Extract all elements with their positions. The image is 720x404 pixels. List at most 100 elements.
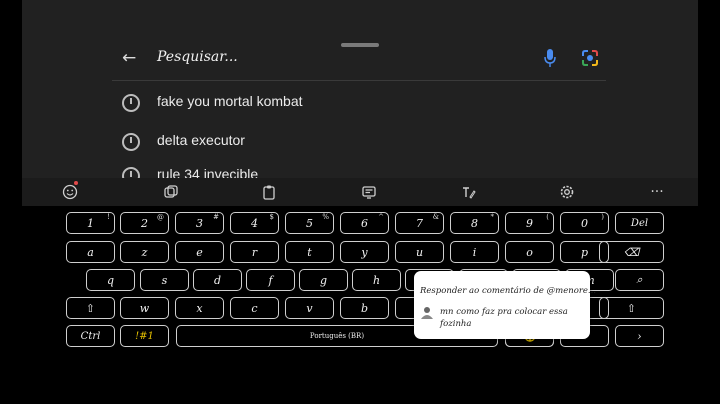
shift-key-icon[interactable]: ⇧ xyxy=(599,297,664,319)
history-text: delta executor xyxy=(157,132,245,148)
more-options-icon[interactable]: ··· xyxy=(643,178,671,206)
microphone-icon[interactable] xyxy=(543,47,557,69)
key-5[interactable]: 5% xyxy=(285,212,334,234)
key-7[interactable]: 7 & xyxy=(395,212,444,234)
key-c[interactable]: c xyxy=(230,297,279,319)
key-t[interactable]: t xyxy=(285,241,334,263)
key-label: o xyxy=(526,245,533,259)
history-text: rule 34 invecible xyxy=(157,166,259,178)
symbols-key[interactable]: !#1 xyxy=(120,325,169,347)
search-input[interactable]: Pesquisar... xyxy=(157,49,238,65)
key-r[interactable]: r xyxy=(230,241,279,263)
search-bar[interactable]: ← Pesquisar... xyxy=(112,40,606,81)
key-w[interactable]: w xyxy=(120,297,169,319)
key-label: 9 xyxy=(526,216,533,230)
backspace-icon[interactable]: ⌫ xyxy=(599,241,664,263)
history-item[interactable]: rule 34 invecible xyxy=(118,161,598,178)
key-label: 5 xyxy=(306,216,313,230)
key-label: Ctrl xyxy=(80,330,101,342)
key-2[interactable]: 2 @ xyxy=(120,212,169,234)
handwriting-icon[interactable] xyxy=(454,178,482,206)
key-label: › xyxy=(637,329,642,343)
history-text: fake you mortal kombat xyxy=(157,93,303,109)
reply-popup[interactable]: Responder ao comentário de @menore... mn… xyxy=(414,271,596,339)
keyboard-toolbar: ··· xyxy=(22,178,698,206)
clipboard-icon[interactable] xyxy=(255,178,283,206)
delete-key[interactable]: Del xyxy=(615,212,664,234)
key-label: i xyxy=(472,245,477,259)
emoji-icon[interactable] xyxy=(56,178,84,206)
key-label: 0 xyxy=(581,216,588,230)
key-symbol: % xyxy=(322,213,329,221)
history-item[interactable]: delta executor xyxy=(118,127,598,155)
key-label: w xyxy=(139,301,150,315)
key-label: !#1 xyxy=(135,330,154,342)
key-0[interactable]: 0) xyxy=(560,212,609,234)
key-g[interactable]: g xyxy=(299,269,348,291)
text-editing-icon[interactable] xyxy=(355,178,383,206)
ctrl-key[interactable]: Ctrl xyxy=(66,325,115,347)
key-d[interactable]: d xyxy=(193,269,242,291)
key-9[interactable]: 9( xyxy=(505,212,554,234)
key-symbol: # xyxy=(213,213,219,221)
key-e[interactable]: e xyxy=(175,241,224,263)
key-label: 8 xyxy=(471,216,478,230)
key-h[interactable]: h xyxy=(352,269,401,291)
key-q[interactable]: q xyxy=(86,269,135,291)
key-label: p xyxy=(580,245,589,259)
google-lens-icon[interactable] xyxy=(581,49,599,67)
key-i[interactable]: i xyxy=(450,241,499,263)
key-1[interactable]: 1! xyxy=(66,212,115,234)
key-label: f xyxy=(268,273,273,287)
key-8[interactable]: 8 * xyxy=(450,212,499,234)
key-label: 6 xyxy=(361,216,368,230)
key-symbol: @ xyxy=(157,213,164,221)
key-label: x xyxy=(196,301,203,315)
key-symbol: * xyxy=(490,213,495,221)
key-s[interactable]: s xyxy=(140,269,189,291)
key-symbol: $ xyxy=(269,213,274,221)
search-key-icon[interactable]: ⌕ xyxy=(615,269,664,291)
key-x[interactable]: x xyxy=(175,297,224,319)
history-clock-icon xyxy=(122,133,140,151)
key-label: s xyxy=(161,273,168,287)
history-clock-icon xyxy=(122,94,140,112)
key-label: g xyxy=(319,273,328,287)
key-u[interactable]: u xyxy=(395,241,444,263)
key-4[interactable]: 4 $ xyxy=(230,212,279,234)
key-label: ⇧ xyxy=(626,301,637,315)
shift-key-icon[interactable]: ⇧ xyxy=(66,297,115,319)
key-label: 2 xyxy=(141,216,148,230)
key-a[interactable]: a xyxy=(66,241,115,263)
key-f[interactable]: f xyxy=(246,269,295,291)
sticker-icon[interactable] xyxy=(157,178,185,206)
key-3[interactable]: 3 # xyxy=(175,212,224,234)
key-z[interactable]: z xyxy=(120,241,169,263)
notification-dot xyxy=(74,181,78,185)
key-label: e xyxy=(196,245,203,259)
comment-text: mn como faz pra colocar essa fozinha xyxy=(440,307,568,329)
key-label: h xyxy=(372,273,381,287)
back-arrow-icon[interactable]: ← xyxy=(122,48,136,68)
key-o[interactable]: o xyxy=(505,241,554,263)
key-label: b xyxy=(360,301,369,315)
key-label: 1 xyxy=(87,216,94,230)
key-label: ⇧ xyxy=(85,301,96,315)
key-symbol: & xyxy=(432,213,439,221)
key-v[interactable]: v xyxy=(285,297,334,319)
reply-to-label: Responder ao comentário de @menore... xyxy=(420,286,597,296)
history-clock-icon xyxy=(122,167,140,178)
key-label: 4 xyxy=(251,216,258,230)
settings-gear-icon[interactable] xyxy=(553,178,581,206)
cursor-right-key[interactable]: › xyxy=(615,325,664,347)
key-label: 7 xyxy=(416,216,423,230)
key-label: r xyxy=(251,245,258,259)
key-y[interactable]: y xyxy=(340,241,389,263)
key-symbol: ^ xyxy=(378,213,384,221)
key-label: d xyxy=(213,273,222,287)
key-b[interactable]: b xyxy=(340,297,389,319)
history-item[interactable]: fake you mortal kombat xyxy=(118,88,598,116)
key-label: z xyxy=(141,245,148,259)
key-6[interactable]: 6 ^ xyxy=(340,212,389,234)
key-label: ⌕ xyxy=(636,273,643,286)
